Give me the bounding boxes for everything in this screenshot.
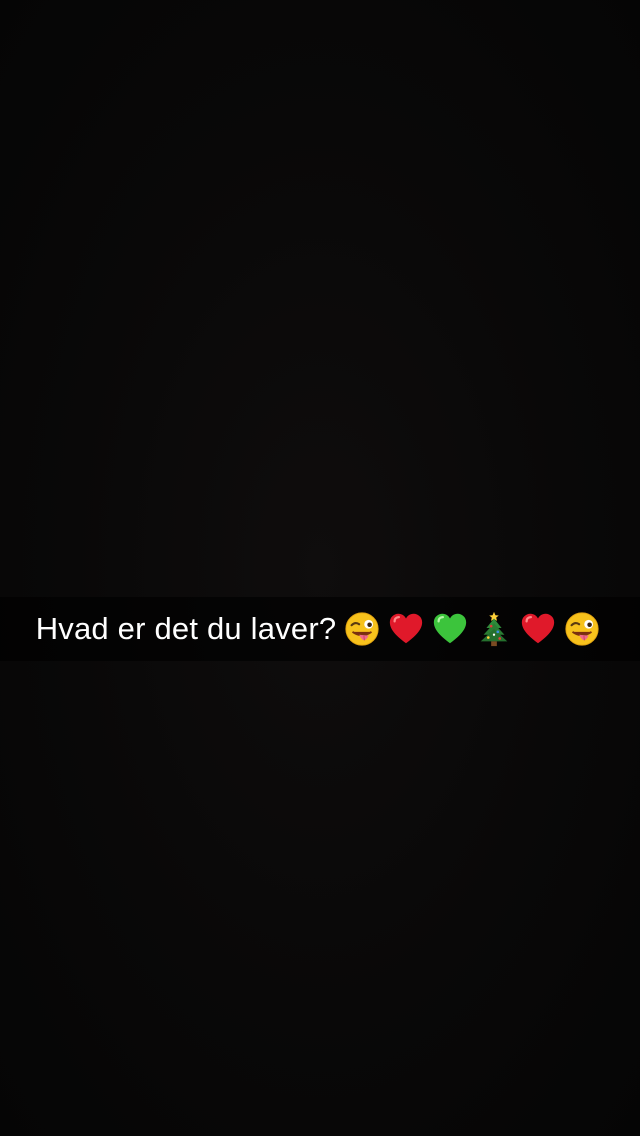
caption-message: Hvad er det du laver? bbox=[35, 611, 337, 646]
caption-bar[interactable]: Hvad er det du laver? bbox=[0, 597, 640, 661]
caption-emoji-row bbox=[340, 610, 604, 648]
green-heart-icon bbox=[431, 610, 469, 648]
winking-face-with-tongue-icon bbox=[343, 610, 381, 648]
red-heart-icon bbox=[387, 610, 425, 648]
red-heart-icon bbox=[519, 610, 557, 648]
christmas-tree-icon bbox=[475, 610, 513, 648]
winking-face-with-tongue-icon bbox=[563, 610, 601, 648]
snap-canvas[interactable]: Hvad er det du laver? bbox=[0, 0, 640, 1136]
caption-text: Hvad er det du laver? bbox=[36, 609, 605, 649]
